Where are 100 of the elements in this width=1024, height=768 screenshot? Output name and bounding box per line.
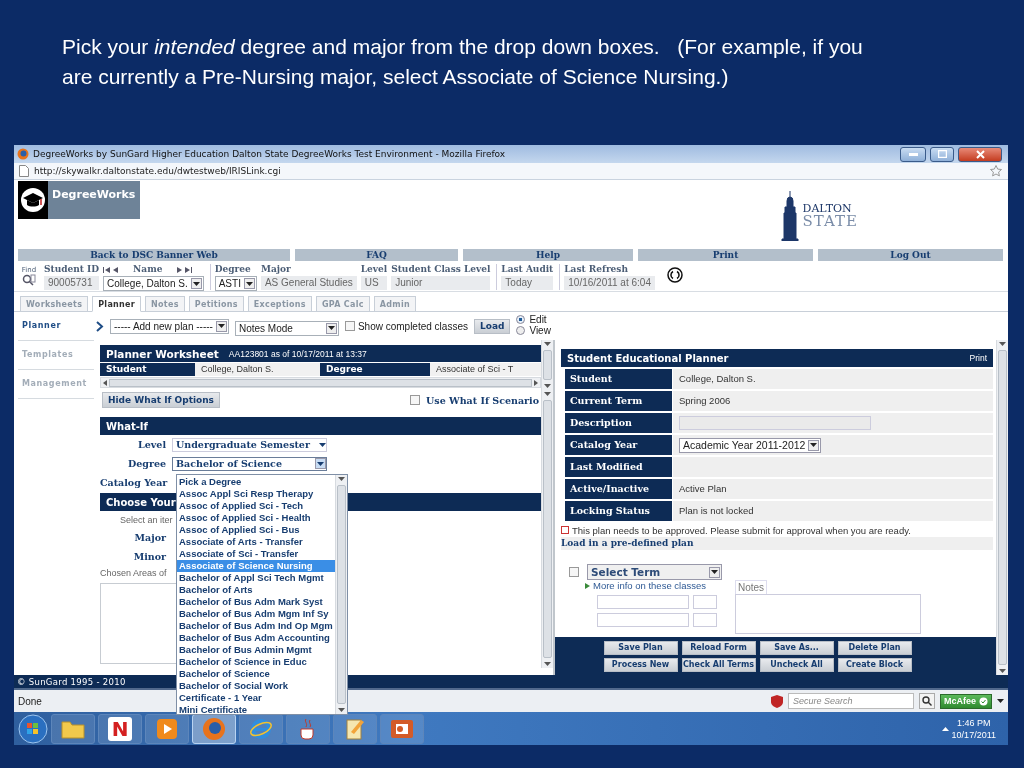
minimize-button[interactable] [900, 146, 926, 162]
level-select[interactable]: Undergraduate Semester [172, 437, 327, 452]
horizontal-scrollbar[interactable] [100, 377, 541, 388]
taskbar-button[interactable] [51, 713, 95, 744]
planner-button[interactable]: Save Plan [603, 640, 678, 655]
radio-button[interactable] [516, 315, 526, 324]
dropdown-option[interactable]: Mini Certificate [177, 704, 335, 716]
more-info-link[interactable]: More info on these classes [585, 580, 717, 591]
dropdown-option[interactable]: Bachelor of Arts [177, 584, 335, 596]
dropdown-option[interactable]: Bachelor of Bus Adm Ind Op Mgm [177, 620, 335, 632]
nav-link[interactable]: Print [638, 249, 813, 261]
maximize-button[interactable] [930, 146, 954, 162]
taskbar-button[interactable]: N [98, 713, 142, 744]
next-icon[interactable] [177, 266, 183, 273]
planner-button[interactable]: Uncheck All [759, 657, 834, 672]
course-field[interactable] [597, 595, 689, 609]
chevron-icon[interactable] [96, 320, 104, 332]
dropdown-option[interactable]: Bachelor of Appl Sci Tech Mgmt [177, 572, 335, 584]
planner-button[interactable]: Process New [603, 657, 678, 672]
notes-field[interactable] [735, 594, 921, 634]
dropdown-option[interactable]: Bachelor of Science [177, 668, 335, 680]
caret-icon [327, 326, 335, 330]
dropdown-option[interactable]: Assoc of Applied Sci - Tech [177, 500, 335, 512]
globe-fox-icon [202, 716, 226, 741]
degree-select[interactable]: ASTI [214, 276, 257, 291]
caret-icon [317, 461, 324, 466]
previous-icon[interactable] [113, 266, 119, 273]
caret-up-icon[interactable] [941, 726, 949, 731]
taskbar-button[interactable] [192, 713, 236, 744]
load-button[interactable]: Load [473, 318, 511, 334]
taskbar-button[interactable] [333, 713, 377, 744]
dropdown-option[interactable]: Assoc of Applied Sci - Bus [177, 524, 335, 536]
vertical-scrollbar[interactable] [541, 340, 553, 390]
dropdown-option[interactable]: Bachelor of Science in Educ [177, 656, 335, 668]
close-icon [975, 149, 985, 159]
copyright-text: © SunGard 1995 - 2010 [17, 676, 126, 687]
dropdown-option[interactable]: Associate of Arts - Transfer [177, 536, 335, 548]
dropdown-option[interactable]: Bachelor of Bus Admin Mgmt [177, 644, 335, 656]
vertical-scrollbar[interactable] [996, 340, 1008, 675]
hide-options-button[interactable]: Hide What If Options [102, 392, 220, 408]
print-link[interactable]: Print [969, 353, 987, 363]
plan-select[interactable]: ----- Add new plan ----- [110, 318, 229, 334]
dropdown-option[interactable]: Bachelor of Bus Adm Mgm Inf Sy [177, 608, 335, 620]
taskbar-button[interactable] [380, 713, 424, 744]
browser-e-icon [249, 716, 273, 741]
dropdown-option[interactable]: Pick a Degree [177, 476, 335, 488]
dropdown-option[interactable]: Associate of Sci - Transfer [177, 548, 335, 560]
start-button[interactable] [18, 713, 48, 744]
dropdown-option[interactable]: Bachelor of Social Work [177, 680, 335, 692]
taskbar-button[interactable] [145, 713, 189, 744]
dropdown-option[interactable]: Certificate - 1 Year [177, 692, 335, 704]
checkbox[interactable] [344, 321, 355, 331]
nav-link[interactable]: Back to DSC Banner Web [18, 249, 290, 261]
find-icon[interactable] [22, 274, 36, 286]
planner-button[interactable]: Check All Terms [681, 657, 756, 672]
catalog-year-select[interactable]: Academic Year 2011-2012 [679, 437, 822, 453]
caret-icon [245, 281, 253, 286]
tab[interactable]: Planner [92, 296, 142, 312]
dropdown-option[interactable]: Assoc of Applied Sci - Health [177, 512, 335, 524]
description-field[interactable] [679, 416, 871, 430]
last-record-icon[interactable] [185, 266, 193, 273]
search-field[interactable]: Secure Search [788, 693, 914, 709]
planner-button[interactable]: Save As... [759, 640, 834, 655]
planner-button[interactable]: Delete Plan [837, 640, 912, 655]
dropdown-option[interactable]: Bachelor of Bus Adm Mark Syst [177, 596, 335, 608]
radio-button[interactable] [516, 326, 526, 335]
star-icon[interactable] [990, 165, 1002, 177]
checkbox[interactable] [569, 567, 579, 577]
vertical-scrollbar[interactable] [335, 475, 347, 714]
close-button[interactable] [958, 146, 1002, 162]
caret-icon [544, 342, 551, 346]
refresh-icon[interactable] [666, 267, 683, 283]
school-name: STATE [802, 214, 858, 229]
credits-field[interactable] [693, 613, 717, 627]
degree-select[interactable]: Bachelor of Science [172, 456, 327, 471]
notes-label: Notes [735, 580, 768, 594]
student-select[interactable]: College, Dalton S. [103, 276, 204, 291]
term-select[interactable]: Select Term [587, 564, 722, 580]
course-field[interactable] [597, 613, 689, 627]
taskbar-button[interactable] [286, 713, 330, 744]
nav-link[interactable]: FAQ [295, 249, 458, 261]
table-header-cell: Degree [320, 363, 430, 376]
dropdown-option[interactable]: Bachelor of Bus Adm Accounting [177, 632, 335, 644]
dropdown-option[interactable]: Assoc Appl Sci Resp Therapy [177, 488, 335, 500]
caret-icon [999, 342, 1006, 346]
vertical-scrollbar[interactable] [541, 390, 553, 668]
checkbox[interactable] [410, 395, 421, 405]
checkbox-label: Use What If Scenario [426, 394, 539, 406]
sidebar-item[interactable]: Planner [18, 312, 94, 341]
credits-field[interactable] [693, 595, 717, 609]
mode-select[interactable]: Notes Mode [234, 320, 339, 336]
planner-button[interactable]: Reload Form [681, 640, 756, 655]
first-record-icon[interactable] [103, 266, 111, 273]
nav-link[interactable]: Help [463, 249, 633, 261]
planner-button[interactable]: Create Block [837, 657, 912, 672]
info-field: 10/16/2011 at 6:04 [564, 276, 655, 290]
taskbar-button[interactable] [239, 713, 283, 744]
nav-link[interactable]: Log Out [818, 249, 1003, 261]
caret-icon [997, 699, 1004, 703]
search-button[interactable] [919, 693, 935, 709]
